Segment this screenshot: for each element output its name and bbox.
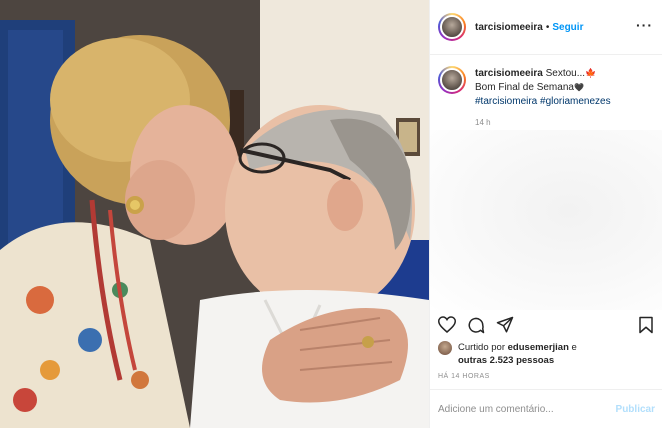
comment-icon[interactable]	[467, 316, 485, 337]
header-username[interactable]: tarcisiomeeira	[475, 22, 543, 33]
follow-button[interactable]: Seguir	[552, 22, 583, 33]
avatar[interactable]	[440, 15, 464, 39]
post-side-panel: tarcisiomeeira • Seguir ··· tarcisiomeei…	[429, 0, 662, 428]
post-header: tarcisiomeeira • Seguir ···	[430, 0, 662, 55]
likes-text: Curtido por edusemerjian e outras 2.523 …	[458, 341, 577, 367]
caption-time: 14 h	[475, 118, 491, 127]
likes-conj: e	[571, 342, 577, 353]
post-timestamp[interactable]: HÁ 14 HORAS	[438, 373, 490, 380]
instagram-post: tarcisiomeeira • Seguir ··· tarcisiomeei…	[0, 0, 662, 428]
caption-line1: Sextou...	[545, 68, 586, 79]
caption-text: tarcisiomeeira Sextou...🍁 Bom Final de S…	[475, 66, 611, 109]
liker-avatar[interactable]	[438, 341, 452, 355]
avatar-story-ring[interactable]	[438, 13, 466, 41]
black-heart-emoji-icon: 🖤	[573, 83, 584, 92]
caption-line2: Bom Final de Semana	[475, 82, 574, 93]
bookmark-icon[interactable]	[638, 316, 654, 337]
more-options-icon[interactable]: ···	[636, 18, 653, 32]
likes-summary: Curtido por edusemerjian e outras 2.523 …	[438, 341, 577, 367]
likes-user[interactable]: edusemerjian	[508, 342, 569, 353]
likes-others[interactable]: outras 2.523 pessoas	[458, 355, 554, 366]
separator-dot: •	[545, 21, 550, 33]
likes-prefix: Curtido por	[458, 342, 505, 353]
share-icon[interactable]	[496, 316, 514, 337]
photo-illustration	[0, 0, 429, 428]
heart-icon[interactable]	[437, 316, 457, 336]
comment-bar: Publicar	[430, 389, 662, 428]
caption-avatar-ring[interactable]	[438, 66, 466, 94]
publish-button[interactable]: Publicar	[616, 404, 655, 415]
action-bar	[430, 310, 662, 340]
caption-avatar[interactable]	[440, 68, 464, 92]
leaf-emoji-icon: 🍁	[585, 68, 597, 78]
comment-input[interactable]	[438, 403, 616, 415]
caption-hashtags[interactable]: #tarcisiomeira #gloriamenezes	[475, 95, 611, 109]
post-photo[interactable]	[0, 0, 429, 428]
caption-username[interactable]: tarcisiomeeira	[475, 68, 543, 79]
blurred-comments-area	[430, 130, 662, 310]
caption: tarcisiomeeira Sextou...🍁 Bom Final de S…	[438, 66, 658, 109]
